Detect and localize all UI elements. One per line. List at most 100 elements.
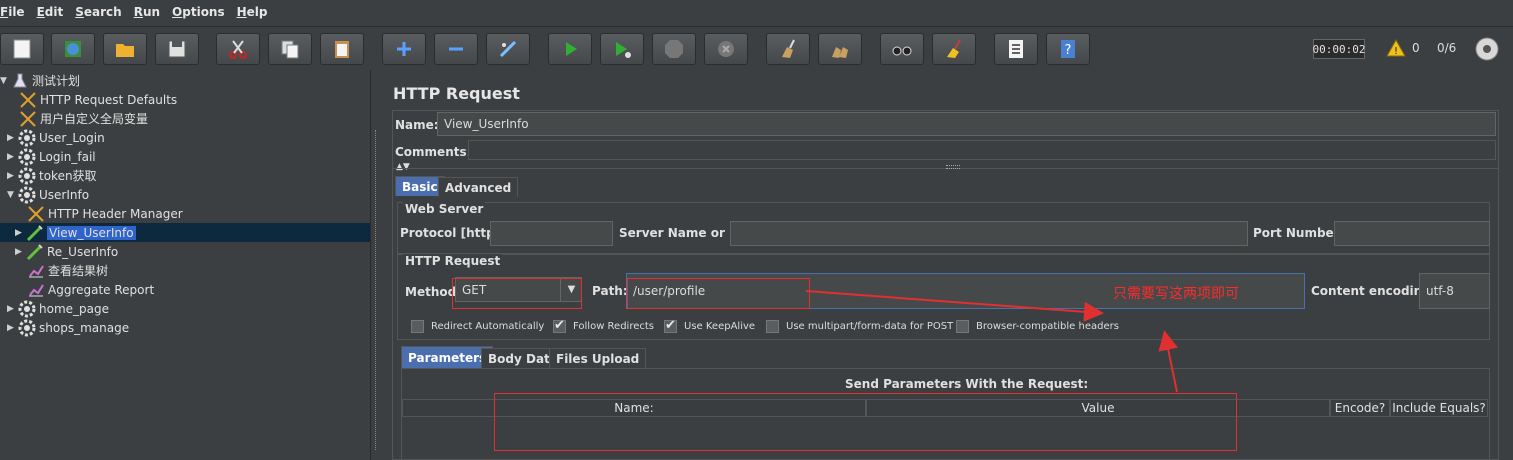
function-helper-button[interactable] (994, 33, 1038, 65)
svg-text:?: ? (1065, 43, 1072, 58)
new-button[interactable] (0, 33, 44, 65)
reset-broom-icon (947, 39, 961, 58)
port-number-label: Port Number: (1253, 226, 1345, 240)
web-server-title: Web Server (403, 202, 486, 216)
pipette-icon (25, 243, 45, 261)
tree-item-login-fail[interactable]: ▶ Login_fail (7, 147, 96, 166)
annotation-note: 只需要写这两项即可 (1113, 286, 1239, 302)
tree-item-result-tree[interactable]: 查看结果树 (26, 261, 108, 280)
menu-file[interactable]: File (0, 5, 31, 19)
play-icon (566, 42, 577, 56)
tab-advanced[interactable]: Advanced (438, 177, 519, 197)
gear-icon (17, 300, 37, 318)
tab-files-upload[interactable]: Files Upload (549, 348, 647, 368)
tab-parameters[interactable]: Parameters (401, 346, 494, 368)
clipboard-icon (335, 41, 349, 58)
start-button[interactable] (548, 33, 592, 65)
stop-button[interactable] (652, 33, 696, 65)
annotation-path-box (627, 278, 810, 309)
comments-field[interactable] (468, 140, 1496, 160)
redirect-automatically-checkbox[interactable]: Redirect Automatically (411, 320, 544, 333)
broom-icon (782, 39, 795, 58)
play-no-timer-icon (616, 42, 631, 58)
folder-icon (116, 44, 134, 57)
templates-icon (65, 41, 81, 57)
tree-item-http-defaults[interactable]: HTTP Request Defaults (18, 90, 177, 109)
tree-item-view-userinfo[interactable]: ▶ View_UserInfo (0, 223, 370, 242)
copy-icon (281, 40, 299, 59)
warning-indicator[interactable]: ! 0 (1386, 39, 1420, 57)
chart-icon (26, 262, 46, 280)
clear-all-button[interactable] (818, 33, 862, 65)
tree-item-aggregate-report[interactable]: Aggregate Report (26, 280, 154, 299)
column-encode[interactable]: Encode? (1330, 399, 1390, 417)
use-keepalive-checkbox[interactable]: Use KeepAlive (664, 318, 755, 333)
protocol-field[interactable] (490, 221, 613, 246)
server-name-field[interactable] (730, 221, 1248, 246)
tree-item-shops-manage[interactable]: ▶ shops_manage (7, 318, 129, 337)
panel-splitter[interactable] (370, 70, 382, 460)
tree-item-user-login[interactable]: ▶ User_Login (7, 128, 105, 147)
column-include-equals[interactable]: Include Equals? (1390, 399, 1488, 417)
http-request-section-title: HTTP Request (403, 254, 503, 268)
toolbar: ? 00:00:02 ! 0 0/6 (0, 26, 1513, 70)
tree-item-test-plan[interactable]: ▼ 测试计划 (0, 71, 80, 90)
comments-label: Comments: (395, 145, 472, 159)
paste-button[interactable] (320, 33, 364, 65)
content-encoding-field[interactable]: utf-8 (1419, 273, 1490, 309)
wrench-icon (18, 110, 38, 128)
checkbox-box (766, 320, 779, 333)
remote-globe-icon[interactable] (1474, 36, 1500, 62)
gear-icon (17, 186, 37, 204)
tree-item-home-page[interactable]: ▶ home_page (7, 299, 109, 318)
name-label: Name: (395, 118, 439, 132)
menu-edit[interactable]: Edit (31, 5, 70, 19)
collapse-button[interactable] (434, 33, 478, 65)
annotation-parameters-box (494, 393, 1237, 451)
toggle-button[interactable] (486, 33, 530, 65)
multipart-checkbox[interactable]: Use multipart/form-data for POST (766, 320, 953, 333)
menu-bar: File Edit Search Run Options Help (0, 0, 1513, 24)
follow-redirects-checkbox[interactable]: Follow Redirects (553, 318, 654, 333)
reset-search-button[interactable] (932, 33, 976, 65)
copy-button[interactable] (268, 33, 312, 65)
open-button[interactable] (103, 33, 147, 65)
menu-options[interactable]: Options (166, 5, 231, 19)
shutdown-button[interactable] (704, 33, 748, 65)
cut-button[interactable] (216, 33, 260, 65)
search-button[interactable] (880, 33, 924, 65)
binoculars-icon (892, 46, 912, 56)
clear-button[interactable] (766, 33, 810, 65)
help-button[interactable]: ? (1046, 33, 1090, 65)
toggle-icon (499, 40, 517, 58)
menu-help[interactable]: Help (231, 5, 274, 19)
stop-icon (665, 40, 683, 58)
gear-icon (17, 129, 37, 147)
active-threads: 0/6 (1437, 41, 1457, 55)
chart-icon (26, 281, 46, 299)
tree-item-userinfo[interactable]: ▼ UserInfo (7, 185, 89, 204)
name-field[interactable]: View_UserInfo (437, 112, 1496, 136)
page-title: HTTP Request (393, 84, 520, 103)
resize-grip-icon[interactable] (946, 165, 960, 169)
templates-button[interactable] (51, 33, 95, 65)
save-icon (168, 40, 186, 58)
start-no-pause-button[interactable] (600, 33, 644, 65)
menu-run[interactable]: Run (128, 5, 166, 19)
tree-item-re-userinfo[interactable]: ▶ Re_UserInfo (15, 242, 118, 261)
port-number-field[interactable] (1334, 221, 1490, 246)
content-encoding-label: Content encoding: (1311, 284, 1436, 298)
tree-item-token[interactable]: ▶ token获取 (7, 166, 97, 185)
tree-item-user-vars[interactable]: 用户自定义全局变量 (18, 109, 148, 128)
save-button[interactable] (155, 33, 199, 65)
browser-compatible-checkbox[interactable]: Browser-compatible headers (956, 320, 1119, 333)
test-plan-tree: ▼ 测试计划 HTTP Request Defaults 用户自定义全局变量 ▶… (0, 70, 370, 460)
tree-item-header-manager[interactable]: HTTP Header Manager (26, 204, 183, 223)
checkbox-box (553, 318, 566, 333)
checkbox-box (956, 320, 969, 333)
path-label: Path: (592, 284, 628, 298)
gear-icon (17, 148, 37, 166)
collapse-arrows-icon[interactable]: ▲▼ (396, 162, 410, 172)
menu-search[interactable]: Search (69, 5, 127, 19)
expand-button[interactable] (382, 33, 426, 65)
